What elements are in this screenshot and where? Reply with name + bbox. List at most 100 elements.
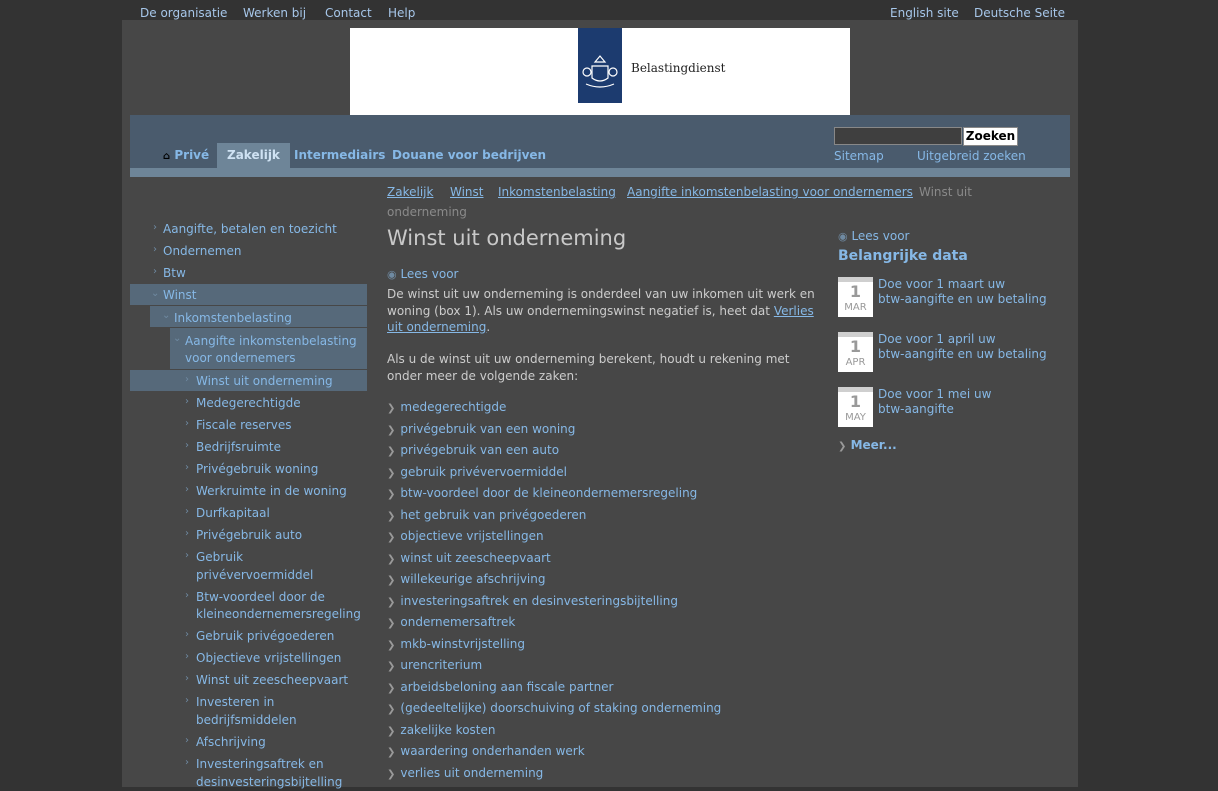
top-link-help[interactable]: Help [388,6,415,20]
list-item[interactable]: ❯ ondernemersaftrek [387,615,515,629]
list-item[interactable]: ❯ zakelijke kosten [387,723,495,737]
chevron-right-icon: ❯ [838,441,847,452]
list-item-label: mkb-winstvrijstelling [400,637,525,651]
list-item[interactable]: ❯ het gebruik van privégoederen [387,508,586,522]
list-item[interactable]: ❯ verlies uit onderneming [387,766,543,780]
sidebar-item-btw-voordeel-2[interactable]: kleineondernemersregeling [196,605,361,623]
chevron-right-icon: ❯ [387,532,396,543]
list-item[interactable]: ❯ privégebruik van een woning [387,422,575,436]
date-item-link[interactable]: Doe voor 1 april uw btw-aangifte en uw b… [878,332,1058,362]
list-intro: Als u de winst uit uw onderneming bereke… [387,352,790,383]
crest-icon [578,28,622,103]
chevron-right-icon: ❯ [387,661,396,672]
sidebar-item-aangifte-ib-2[interactable]: voor ondernemers [185,349,295,367]
sidebar-item-fiscale-reserves[interactable]: Fiscale reserves [196,416,291,434]
speaker-icon: ◉ [838,230,848,243]
sidebar-item-btw[interactable]: Btw [163,264,186,282]
list-item[interactable]: ❯ objectieve vrijstellingen [387,529,544,543]
date-item-link[interactable]: Doe voor 1 mei uw btw-aangifte [878,387,1058,417]
list-item-label: privégebruik van een auto [400,443,560,457]
list-item-label: (gedeeltelijke) doorschuiving of staking… [400,701,722,715]
list-item[interactable]: ❯ willekeurige afschrijving [387,572,545,586]
meer-link[interactable]: ❯ Meer... [838,438,897,452]
tab-prive[interactable]: ⌂ Privé [163,143,209,168]
list-item[interactable]: ❯ mkb-winstvrijstelling [387,637,525,651]
home-icon: ⌂ [163,151,171,162]
list-item[interactable]: ❯ medegerechtigde [387,400,506,414]
lees-voor-button[interactable]: ◉ Lees voor [387,267,458,281]
chevron-right-icon: ❯ [387,403,396,414]
search-button[interactable]: Zoeken [963,127,1018,146]
list-item[interactable]: ❯ investeringsaftrek en desinvesteringsbi… [387,594,678,608]
chevron-right-icon: › [185,673,189,684]
list-item[interactable]: ❯ winst uit zeescheepvaart [387,551,551,565]
chevron-right-icon: › [185,462,189,473]
list-item[interactable]: ❯ (gedeeltelijke) doorschuiving of stakin… [387,701,721,715]
date-line-2: btw-aangifte en uw betaling [878,292,1047,306]
sidebar-item-gebruik[interactable]: Gebruik [196,548,243,566]
sidebar-item-vrijstellingen[interactable]: Objectieve vrijstellingen [196,649,341,667]
sidebar-item-zeescheepvaart[interactable]: Winst uit zeescheepvaart [196,671,348,689]
list-item[interactable]: ❯ privégebruik van een auto [387,443,559,457]
sidebar-item-ondernemen[interactable]: Ondernemen [163,242,241,260]
list-item[interactable]: ❯ arbeidsbeloning aan fiscale partner [387,680,613,694]
sidebar-item-werkruimte[interactable]: Werkruimte in de woning [196,482,347,500]
chevron-down-icon: ⌄ [151,288,160,299]
chevron-right-icon: › [185,484,189,495]
sidebar-item-winst[interactable]: Winst [163,286,197,304]
right-lees-voor-button[interactable]: ◉ Lees voor [838,229,909,243]
advanced-search-link[interactable]: Uitgebreid zoeken [917,149,1026,163]
sidebar-item-investeren-2[interactable]: bedrijfsmiddelen [196,711,297,729]
sidebar-item-investeringsaftrek-2[interactable]: desinvesteringsbijtelling [196,773,342,791]
chevron-right-icon: › [185,440,189,451]
sidebar-item-investeren[interactable]: Investeren in [196,693,274,711]
list-item-label: winst uit zeescheepvaart [400,551,551,565]
sidebar-item-inkomstenbelasting[interactable]: Inkomstenbelasting [174,309,292,327]
top-link-deutsch[interactable]: Deutsche Seite [974,6,1065,20]
tab-douane[interactable]: Douane voor bedrijven [392,143,546,168]
chevron-right-icon: › [185,396,189,407]
chevron-right-icon: › [185,590,189,601]
sidebar-item-aangifte-ib[interactable]: Aangifte inkomstenbelasting [185,332,357,350]
chevron-right-icon: ❯ [387,747,396,758]
breadcrumb-aangifte[interactable]: Aangifte inkomstenbelasting voor onderne… [627,185,913,199]
sitemap-link[interactable]: Sitemap [834,149,884,163]
date-day: 1 [849,392,862,411]
date-line-2: btw-aangifte [878,402,954,416]
top-link-werken-bij[interactable]: Werken bij [243,6,306,20]
breadcrumb-zakelijk[interactable]: Zakelijk [387,185,433,199]
search-input[interactable] [834,127,962,145]
top-link-contact[interactable]: Contact [325,6,372,20]
sidebar-item-winst-uit-onderneming[interactable]: Winst uit onderneming [196,372,333,390]
date-day: 1 [849,337,862,356]
list-item[interactable]: ❯ gebruik privévervoermiddel [387,465,567,479]
sidebar-item-btw-voordeel[interactable]: Btw-voordeel door de [196,588,325,606]
sidebar-item-durfkapitaal[interactable]: Durfkapitaal [196,504,270,522]
list-item[interactable]: ❯ btw-voordeel door de kleineondernemersr… [387,486,697,500]
breadcrumb-inkomstenbelasting[interactable]: Inkomstenbelasting [498,185,616,199]
list-item-label: urencriterium [400,658,483,672]
sidebar-item-aangifte-betalen[interactable]: Aangifte, betalen en toezicht [163,220,337,238]
tab-zakelijk[interactable]: Zakelijk [217,143,290,168]
sidebar-item-bedrijfsruimte[interactable]: Bedrijfsruimte [196,438,281,456]
date-badge: 1 APR [838,332,873,372]
sidebar-item-afschrijving[interactable]: Afschrijving [196,733,266,751]
speaker-icon: ◉ [387,268,397,281]
sidebar-item-gebruik-2[interactable]: privévervoermiddel [196,566,313,584]
chevron-down-icon: ⌄ [173,333,182,344]
top-link-organisatie[interactable]: De organisatie [140,6,227,20]
logo[interactable]: Belastingdienst [350,28,850,115]
tab-intermediairs[interactable]: Intermediairs [294,143,385,168]
chevron-right-icon: › [185,550,189,561]
sidebar-item-privegoederen[interactable]: Gebruik privégoederen [196,627,334,645]
sidebar-item-investeringsaftrek[interactable]: Investeringsaftrek en [196,755,324,773]
sidebar-item-privegebruik-auto[interactable]: Privégebruik auto [196,526,302,544]
breadcrumb-winst[interactable]: Winst [450,185,484,199]
chevron-right-icon: › [185,651,189,662]
sidebar-item-medegerechtigde[interactable]: Medegerechtigde [196,394,301,412]
top-link-english[interactable]: English site [890,6,959,20]
list-item[interactable]: ❯ waardering onderhanden werk [387,744,585,758]
sidebar-item-privegebruik-woning[interactable]: Privégebruik woning [196,460,318,478]
date-item-link[interactable]: Doe voor 1 maart uw btw-aangifte en uw b… [878,277,1058,307]
list-item[interactable]: ❯ urencriterium [387,658,482,672]
